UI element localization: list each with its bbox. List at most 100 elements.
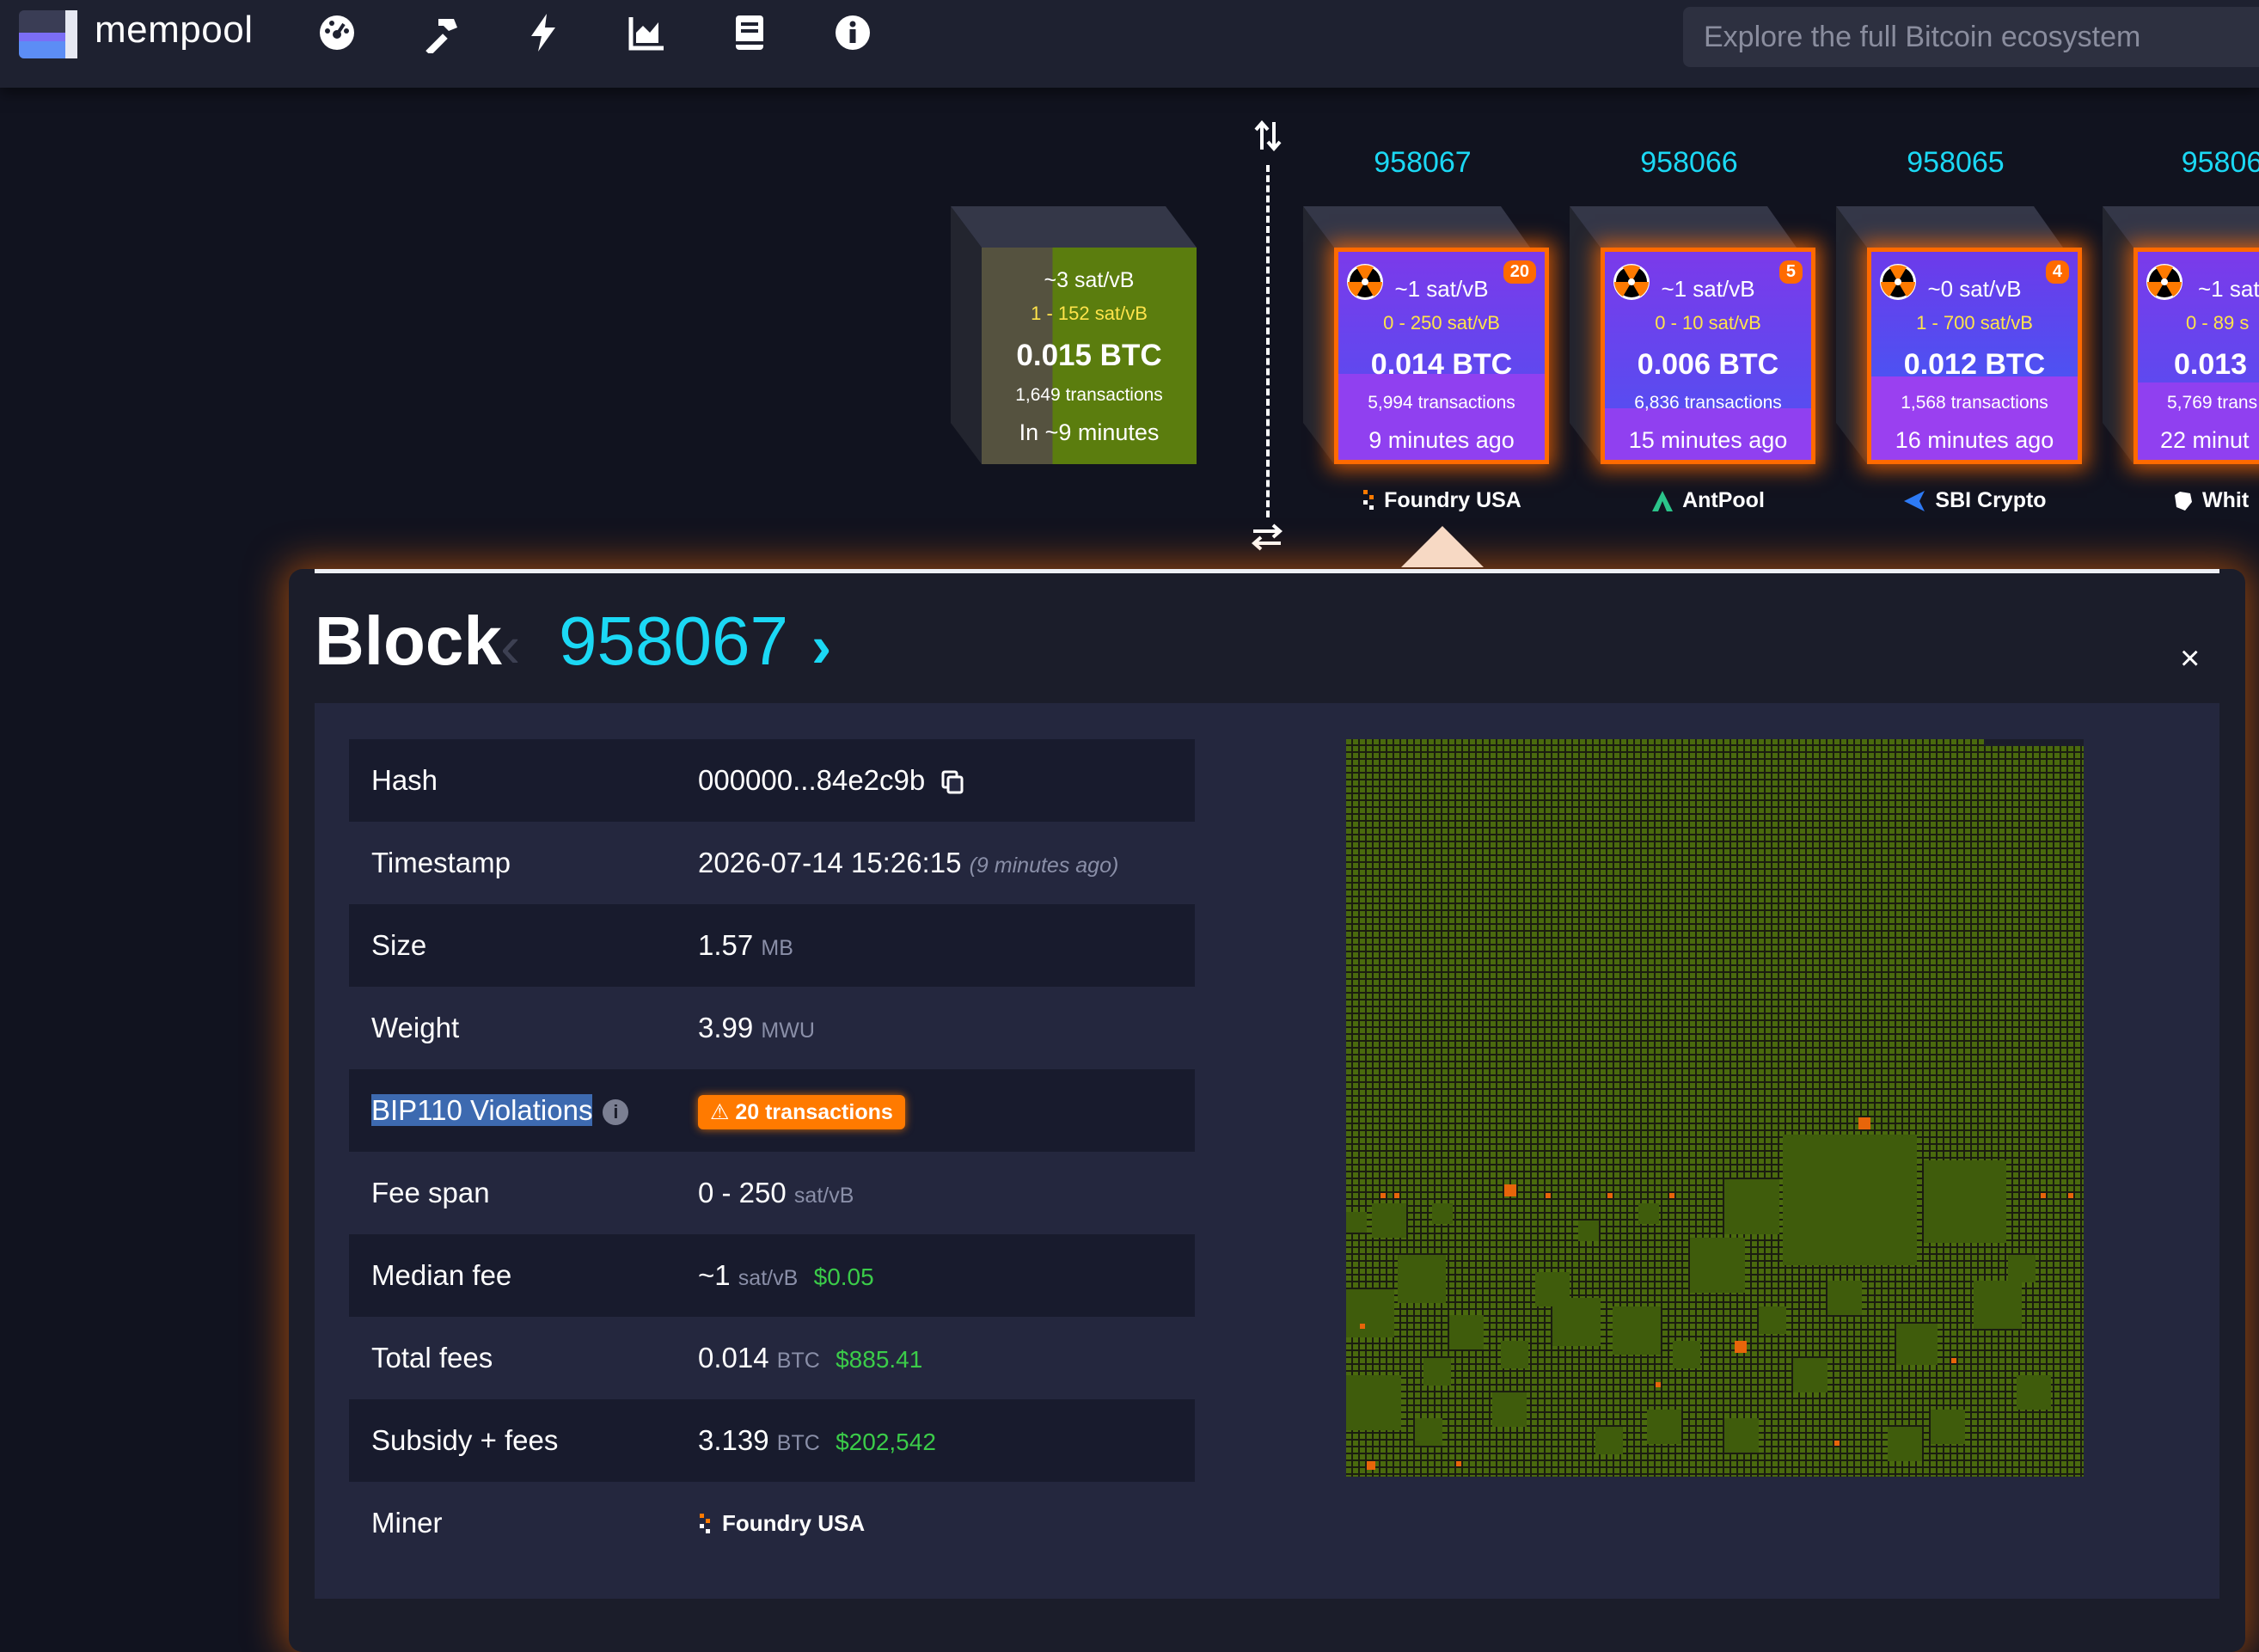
fee-span-label: Fee span [371, 1177, 490, 1208]
size-row: Size 1.57 MB [349, 904, 1195, 987]
subsidy-label: Subsidy + fees [371, 1424, 559, 1456]
hash-value[interactable]: 000000...84e2c9b [698, 739, 964, 822]
lightning-icon[interactable] [523, 12, 564, 53]
median-fee-label: Median fee [371, 1259, 512, 1291]
mined-block-0[interactable]: 20 ~1 sat/vB 0 - 250 sat/vB 0.014 BTC 5,… [1334, 248, 1549, 464]
weight-number: 3.99 [698, 1012, 754, 1043]
pool-foundry[interactable]: Foundry USA [1334, 488, 1549, 514]
block-time: 9 minutes ago [1368, 427, 1515, 453]
block-fee-range: 0 - 10 sat/vB [1655, 312, 1761, 333]
subsidy-value: 3.139 BTC $202,542 [698, 1399, 936, 1484]
block-side-3 [2103, 206, 2134, 464]
block-total: 0.006 BTC [1637, 348, 1779, 381]
block-tx-count: 1,568 transactions [1901, 393, 2048, 413]
subsidy-fiat: $202,542 [836, 1429, 936, 1455]
graphs-icon[interactable] [626, 12, 667, 53]
mined-block-1[interactable]: 5 ~1 sat/vB 0 - 10 sat/vB 0.006 BTC 6,83… [1601, 248, 1815, 464]
miner-name: Foundry USA [722, 1510, 866, 1536]
mempool-divider [1266, 165, 1270, 517]
block-median-fee: ~1 sat/vB [1394, 276, 1489, 302]
block-median-fee: ~1 sat [2198, 276, 2259, 302]
block-height-1[interactable]: 958066 [1582, 146, 1797, 180]
miner-value[interactable]: Foundry USA [698, 1482, 865, 1564]
total-fees-row: Total fees 0.014 BTC $885.41 [349, 1317, 1195, 1399]
subsidy-number: 3.139 [698, 1424, 769, 1456]
next-block-arrow[interactable]: › [811, 612, 831, 681]
pool-name: Foundry USA [1384, 488, 1521, 512]
block-total: 0.014 BTC [1370, 348, 1513, 381]
top-navbar: mempool Explore the full Bitcoin ecosyst… [0, 0, 2259, 88]
bip110-label: BIP110 Violations [371, 1094, 593, 1126]
docs-icon[interactable] [729, 12, 770, 53]
block-height-0[interactable]: 958067 [1315, 146, 1530, 180]
median-fee-number: ~1 [698, 1259, 731, 1291]
about-icon[interactable] [832, 12, 873, 53]
dashboard-icon[interactable] [316, 12, 358, 53]
pending-median-fee: ~3 sat/vB [1044, 268, 1135, 292]
size-unit: MB [761, 936, 793, 960]
hash-text[interactable]: 000000...84e2c9b [698, 764, 925, 796]
mempool-logo[interactable] [17, 7, 79, 62]
pool-sbi-crypto[interactable]: SBI Crypto [1867, 488, 2082, 513]
block-total: 0.012 BTC [1903, 348, 2046, 381]
total-fees-label: Total fees [371, 1342, 493, 1374]
previous-block-arrow[interactable]: ‹ [500, 612, 520, 681]
violations-badge[interactable]: ⚠ 20 transactions [698, 1095, 905, 1130]
block-fee-range: 0 - 89 s [2186, 312, 2250, 333]
search-input[interactable]: Explore the full Bitcoin ecosystem [1683, 7, 2259, 67]
fee-span-number: 0 - 250 [698, 1177, 787, 1208]
block-height-2[interactable]: 958065 [1848, 146, 2063, 180]
pool-name: Whit [2202, 488, 2250, 512]
whitepool-icon [2175, 492, 2192, 511]
bip110-value: ⚠ 20 transactions [698, 1069, 905, 1152]
timestamp-label: Timestamp [371, 847, 511, 878]
block-number: 958067 [559, 603, 788, 679]
close-icon[interactable]: × [2180, 639, 2200, 678]
block-time: 15 minutes ago [1628, 427, 1788, 453]
median-fee-fiat: $0.05 [813, 1263, 874, 1290]
fee-span-row: Fee span 0 - 250 sat/vB [349, 1152, 1195, 1234]
miner-label: Miner [371, 1507, 443, 1539]
total-fees-number: 0.014 [698, 1342, 769, 1374]
weight-value: 3.99 MWU [698, 987, 815, 1072]
pending-block-top [951, 206, 1197, 248]
logo-text[interactable]: mempool [95, 9, 253, 52]
hash-label: Hash [371, 764, 438, 796]
swap-vertical-icon[interactable] [1253, 120, 1283, 151]
median-fee-row: Median fee ~1 sat/vB $0.05 [349, 1234, 1195, 1317]
bip110-label-wrap: BIP110 Violations i [371, 1069, 629, 1152]
total-fees-value: 0.014 BTC $885.41 [698, 1317, 922, 1402]
copy-icon[interactable] [941, 770, 964, 794]
pool-name: AntPool [1682, 488, 1765, 512]
fee-span-value: 0 - 250 sat/vB [698, 1152, 854, 1237]
block-side-1 [1570, 206, 1601, 464]
block-height-3[interactable]: 95806 [2115, 146, 2259, 180]
total-fees-fiat: $885.41 [836, 1346, 923, 1373]
block-top-1 [1570, 206, 1797, 248]
block-median-fee: ~1 sat/vB [1661, 276, 1755, 302]
foundry-icon [700, 1514, 710, 1534]
weight-row: Weight 3.99 MWU [349, 987, 1195, 1069]
block-tx-count: 5,994 transactions [1368, 393, 1515, 413]
size-number: 1.57 [698, 929, 754, 961]
selected-block-pointer [1401, 526, 1484, 567]
block-time: 22 minut [2160, 427, 2250, 453]
block-transactions-visualization[interactable] [1346, 739, 2084, 1477]
median-fee-value: ~1 sat/vB $0.05 [698, 1234, 874, 1319]
mined-block-3[interactable]: ~1 sat 0 - 89 s 0.013 5,769 trans 22 min… [2134, 248, 2259, 464]
block-total: 0.013 [2174, 348, 2248, 381]
block-tx-count: 5,769 trans [2167, 393, 2258, 413]
timestamp-row: Timestamp 2026-07-14 15:26:15 (9 minutes… [349, 822, 1195, 904]
swap-horizontal-icon[interactable] [1252, 523, 1283, 552]
info-icon[interactable]: i [603, 1099, 629, 1126]
pool-antpool[interactable]: AntPool [1601, 488, 1815, 513]
fee-span-unit: sat/vB [793, 1184, 854, 1208]
mining-hammer-icon[interactable] [419, 12, 461, 53]
sbi-crypto-icon [1904, 491, 1925, 512]
block-fee-range: 0 - 250 sat/vB [1383, 312, 1500, 333]
mined-block-2[interactable]: 4 ~0 sat/vB 1 - 700 sat/vB 0.012 BTC 1,5… [1867, 248, 2082, 464]
miner-row: Miner Foundry USA [349, 1482, 1195, 1564]
pool-whitepool[interactable]: Whit [2134, 488, 2259, 513]
pending-block[interactable]: ~3 sat/vB 1 - 152 sat/vB 0.015 BTC 1,649… [982, 248, 1197, 464]
pending-tx-count: 1,649 transactions [1015, 385, 1163, 405]
